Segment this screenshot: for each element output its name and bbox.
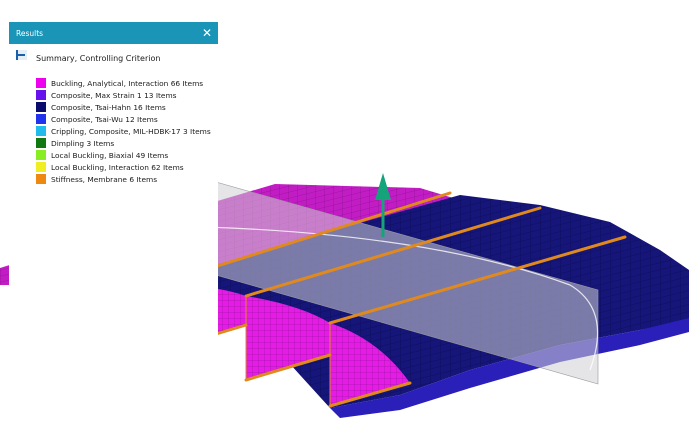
legend-swatch [36,78,46,88]
legend-item[interactable]: Stiffness, Membrane 6 Items [36,173,211,185]
legend-swatch [36,162,46,172]
legend-swatch [36,102,46,112]
summary-label[interactable]: Summary, Controlling Criterion [36,54,160,63]
legend-item[interactable]: Local Buckling, Biaxial 49 Items [36,149,211,161]
legend-swatch [36,138,46,148]
legend-item[interactable]: Buckling, Analytical, Interaction 66 Ite… [36,77,211,89]
legend-label: Crippling, Composite, MIL-HDBK-17 3 Item… [51,126,211,136]
legend-swatch [36,126,46,136]
legend-label: Local Buckling, Interaction 62 Items [51,162,184,172]
results-panel: Results ✕ Summary, Controlling Criterion… [9,22,218,352]
legend-swatch [36,114,46,124]
legend-list: Buckling, Analytical, Interaction 66 Ite… [36,77,211,185]
legend-swatch [36,150,46,160]
legend-item[interactable]: Dimpling 3 Items [36,137,211,149]
legend-label: Stiffness, Membrane 6 Items [51,174,158,184]
legend-label: Buckling, Analytical, Interaction 66 Ite… [51,78,204,88]
legend-item[interactable]: Composite, Max Strain 1 13 Items [36,89,211,101]
legend-swatch [36,90,46,100]
legend-label: Composite, Tsai-Hahn 16 Items [51,102,166,112]
results-titlebar: Results ✕ [9,22,218,44]
legend-label: Dimpling 3 Items [51,138,115,148]
legend-item[interactable]: Crippling, Composite, MIL-HDBK-17 3 Item… [36,125,211,137]
legend-label: Composite, Max Strain 1 13 Items [51,90,177,100]
tree-collapse-icon[interactable] [16,50,27,60]
close-icon[interactable]: ✕ [202,27,212,39]
legend-label: Local Buckling, Biaxial 49 Items [51,150,169,160]
legend-item[interactable]: Composite, Tsai-Hahn 16 Items [36,101,211,113]
legend-item[interactable]: Composite, Tsai-Wu 12 Items [36,113,211,125]
legend-item[interactable]: Local Buckling, Interaction 62 Items [36,161,211,173]
results-title: Results [16,28,44,38]
legend-label: Composite, Tsai-Wu 12 Items [51,114,158,124]
legend-swatch [36,174,46,184]
